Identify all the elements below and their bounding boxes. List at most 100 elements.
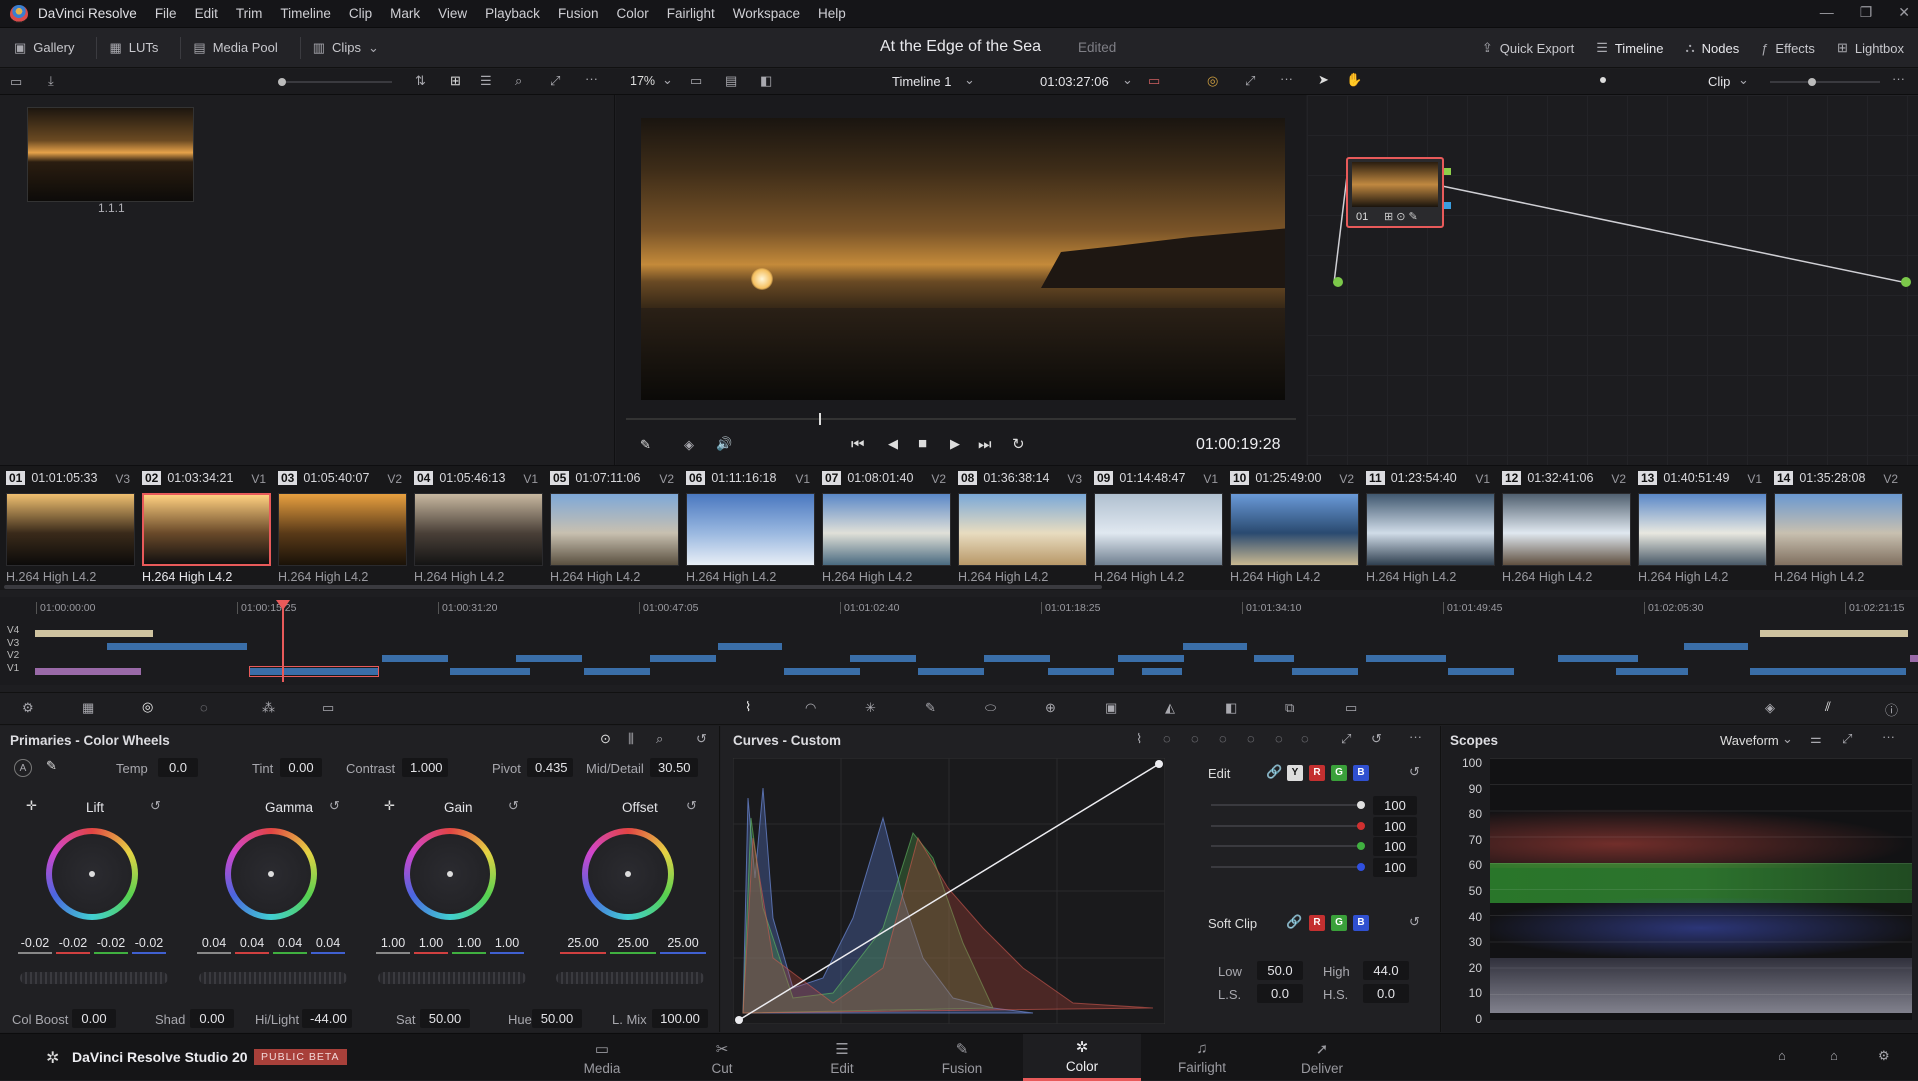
app-menu[interactable]: DaVinci Resolve [38,6,137,21]
blur-icon[interactable]: ◭ [1165,700,1175,716]
clip-thumbnail-14[interactable]: 14 01:35:28:08 V2 H.264 High L4.2 [1768,466,1904,589]
search-icon[interactable]: ⌕ [515,73,522,89]
wheel-value[interactable]: 1.00 [490,936,524,954]
clip-thumbnail-07[interactable]: 07 01:08:01:40 V2 H.264 High L4.2 [816,466,952,589]
split-screen-icon[interactable]: ◧ [760,73,772,89]
contrast-field[interactable]: 1.000 [402,758,448,777]
motion-effects-icon[interactable]: ▭ [322,700,334,716]
wheel-value[interactable]: -0.02 [56,936,90,954]
magic-mask-icon[interactable]: ▣ [1105,700,1117,716]
page-tab-color[interactable]: ✲ Color [1023,1034,1141,1081]
softclip-r-button[interactable]: R [1309,915,1325,931]
chevron-down-icon[interactable]: ⌄ [1782,731,1793,747]
nodes-button[interactable]: ⛬ Nodes [1686,40,1740,56]
clip-image[interactable] [550,493,679,566]
node-zoom-slider[interactable] [1770,78,1880,86]
gallery-still-thumbnail[interactable] [27,107,194,202]
timeline-clip-bar[interactable] [1750,667,1906,675]
page-tab-fairlight[interactable]: ♫ Fairlight [1143,1034,1261,1081]
picker-icon[interactable]: ✎ [46,758,57,774]
sort-icon[interactable]: ⇅ [415,73,426,89]
menu-view[interactable]: View [438,6,467,21]
pointer-icon[interactable]: ➤ [1318,72,1329,88]
shad-field[interactable]: 0.00 [190,1009,234,1028]
menu-mark[interactable]: Mark [390,6,420,21]
clip-image[interactable] [1094,493,1223,566]
node-mode-selector[interactable]: Clip [1708,74,1730,89]
ls-field[interactable]: 0.0 [1257,984,1303,1003]
reset-icon[interactable]: ↺ [150,798,161,814]
wheels-mode-icon[interactable]: ⊙ [600,731,611,747]
page-tab-deliver[interactable]: ➚ Deliver [1263,1034,1381,1081]
clip-thumbnail-11[interactable]: 11 01:23:54:40 V1 H.264 High L4.2 [1360,466,1496,589]
curve-custom-icon[interactable]: ⌇ [1136,731,1142,747]
wheel-value[interactable]: -0.02 [18,936,52,954]
clip-image[interactable] [1366,493,1495,566]
go-to-end-icon[interactable]: ⏭ [978,436,992,453]
gallery-zoom-slider[interactable] [278,78,392,86]
menu-playback[interactable]: Playback [485,6,540,21]
timeline-clip-bar[interactable] [1366,655,1446,663]
lightbox-button[interactable]: ⊞ Lightbox [1837,40,1904,56]
timeline-playhead[interactable] [276,600,290,682]
reset-icon[interactable]: ↺ [329,798,340,814]
hue-vs-sat-icon[interactable]: ◌ [1191,731,1199,746]
layers-icon[interactable]: ◈ [684,437,694,453]
timeline-clip-bar[interactable] [1684,642,1748,650]
color-warper-icon[interactable]: ◠ [805,700,816,716]
clip-image[interactable] [958,493,1087,566]
home-icon[interactable]: ⌂ [1830,1048,1838,1063]
node-output-rgb[interactable] [1444,168,1451,175]
more-options-icon[interactable]: ··· [1882,729,1895,744]
quick-export-button[interactable]: ⇪ Quick Export [1482,40,1574,56]
clip-thumbnail-03[interactable]: 03 01:05:40:07 V2 H.264 High L4.2 [272,466,408,589]
clip-image[interactable] [1774,493,1903,566]
timeline-clip-bar[interactable] [1866,630,1908,637]
wheel-value[interactable]: -0.02 [94,936,128,954]
intensity-field[interactable]: 100 [1373,837,1417,856]
output-dot[interactable] [1901,277,1911,287]
sat-vs-lum-icon[interactable]: ◌ [1301,731,1309,746]
key-icon[interactable]: ◧ [1225,700,1237,716]
intensity-field[interactable]: 100 [1373,857,1417,877]
window-icon[interactable]: ⬭ [985,700,996,716]
menu-fairlight[interactable]: Fairlight [667,6,715,21]
clip-thumbnail-09[interactable]: 09 01:14:48:47 V1 H.264 High L4.2 [1088,466,1224,589]
clips-scrollbar[interactable] [4,585,1102,589]
play-icon[interactable]: ▶ [950,436,960,452]
clip-thumbnail-06[interactable]: 06 01:11:16:18 V1 H.264 High L4.2 [680,466,816,589]
timecode-display[interactable]: 01:03:27:06 [1040,74,1109,89]
viewer-mode-icon[interactable]: ▭ [690,73,702,89]
menu-help[interactable]: Help [818,6,846,21]
media-pool-button[interactable]: ▤ Media Pool [193,40,277,56]
timeline-clip-bar[interactable] [516,655,582,663]
timeline-clip-bar[interactable] [1183,642,1247,650]
channel-r-button[interactable]: R [1309,765,1325,781]
wheel-value[interactable]: 0.04 [235,936,269,954]
tracker-icon[interactable]: ⊕ [1045,700,1056,716]
page-tab-media[interactable]: ▭ Media [543,1034,661,1081]
clip-image[interactable] [142,493,271,566]
timeline-clip-bar[interactable] [1292,667,1358,675]
timeline-selector[interactable]: Timeline 1 [892,74,951,89]
wheel-value[interactable]: -0.02 [132,936,166,954]
clip-thumbnail-04[interactable]: 04 01:05:46:13 V1 H.264 High L4.2 [408,466,544,589]
softclip-b-button[interactable]: B [1353,915,1369,931]
info-icon[interactable]: ⓘ [1885,700,1898,719]
stop-icon[interactable]: ■ [918,435,927,452]
timeline-clip-bar[interactable] [584,667,650,675]
play-reverse-icon[interactable]: ◀ [888,436,898,452]
clip-thumbnail-13[interactable]: 13 01:40:51:49 V1 H.264 High L4.2 [1632,466,1768,589]
middetail-field[interactable]: 30.50 [650,758,698,777]
softclip-g-button[interactable]: G [1331,915,1347,931]
timeline-clip-bar[interactable] [1048,667,1114,675]
settings-gear-icon[interactable]: ⚙ [1878,1048,1890,1064]
color-wheel-offset[interactable] [582,828,674,920]
timeline-clip-bar[interactable] [450,667,530,675]
auto-balance-icon[interactable]: A [14,759,32,777]
low-field[interactable]: 50.0 [1257,961,1303,980]
color-match-icon[interactable]: ▦ [82,700,94,716]
wheel-value[interactable]: 1.00 [452,936,486,954]
timeline-tracks[interactable] [0,597,1918,685]
high-field[interactable]: 44.0 [1363,961,1409,980]
